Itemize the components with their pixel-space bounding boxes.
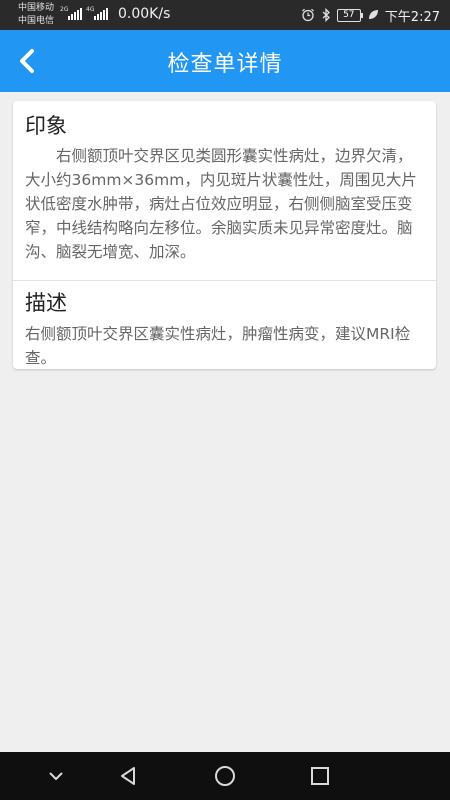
bluetooth-icon <box>322 8 330 22</box>
carrier-2: 中国电信 <box>18 16 55 26</box>
alarm-icon <box>301 8 314 22</box>
battery-level: 57 <box>343 9 355 20</box>
nav-back-button[interactable] <box>116 764 140 788</box>
nav-home-button[interactable] <box>213 764 237 788</box>
leaf-icon <box>368 10 378 19</box>
section-divider <box>13 280 436 281</box>
app-bar: 检查单详情 <box>0 30 450 92</box>
report-card: 印象 右侧额顶叶交界区见类圆形囊实性病灶，边界欠清，大小约36mm×36mm，内… <box>13 101 436 369</box>
nav-recents-button[interactable] <box>308 764 332 788</box>
home-circle-icon <box>215 766 235 786</box>
description-heading: 描述 <box>25 291 67 315</box>
impression-text: 右侧额顶叶交界区见类圆形囊实性病灶，边界欠清，大小约36mm×36mm，内见斑片… <box>25 147 417 261</box>
signal-icon-2 <box>94 8 108 20</box>
recents-square-icon <box>311 767 329 785</box>
network-speed: 0.00K/s <box>118 6 171 22</box>
description-text: 右侧额顶叶交界区囊实性病灶，肿瘤性病变，建议MRI检查。 <box>25 325 411 367</box>
navigation-bar <box>0 752 450 800</box>
page-title: 检查单详情 <box>167 52 283 77</box>
back-triangle-icon <box>121 767 135 785</box>
status-time: 下午2:27 <box>384 9 440 25</box>
impression-heading: 印象 <box>25 114 67 138</box>
battery-icon: 57 <box>336 8 363 22</box>
signal-icon <box>68 8 82 20</box>
status-bar: 中国移动 中国电信 2G 4G 0.00K/s 57 下午2:27 <box>0 0 450 30</box>
chevron-down-icon <box>49 772 63 780</box>
hide-keyboard-button[interactable] <box>44 764 68 788</box>
carrier-1: 中国移动 <box>18 3 55 13</box>
